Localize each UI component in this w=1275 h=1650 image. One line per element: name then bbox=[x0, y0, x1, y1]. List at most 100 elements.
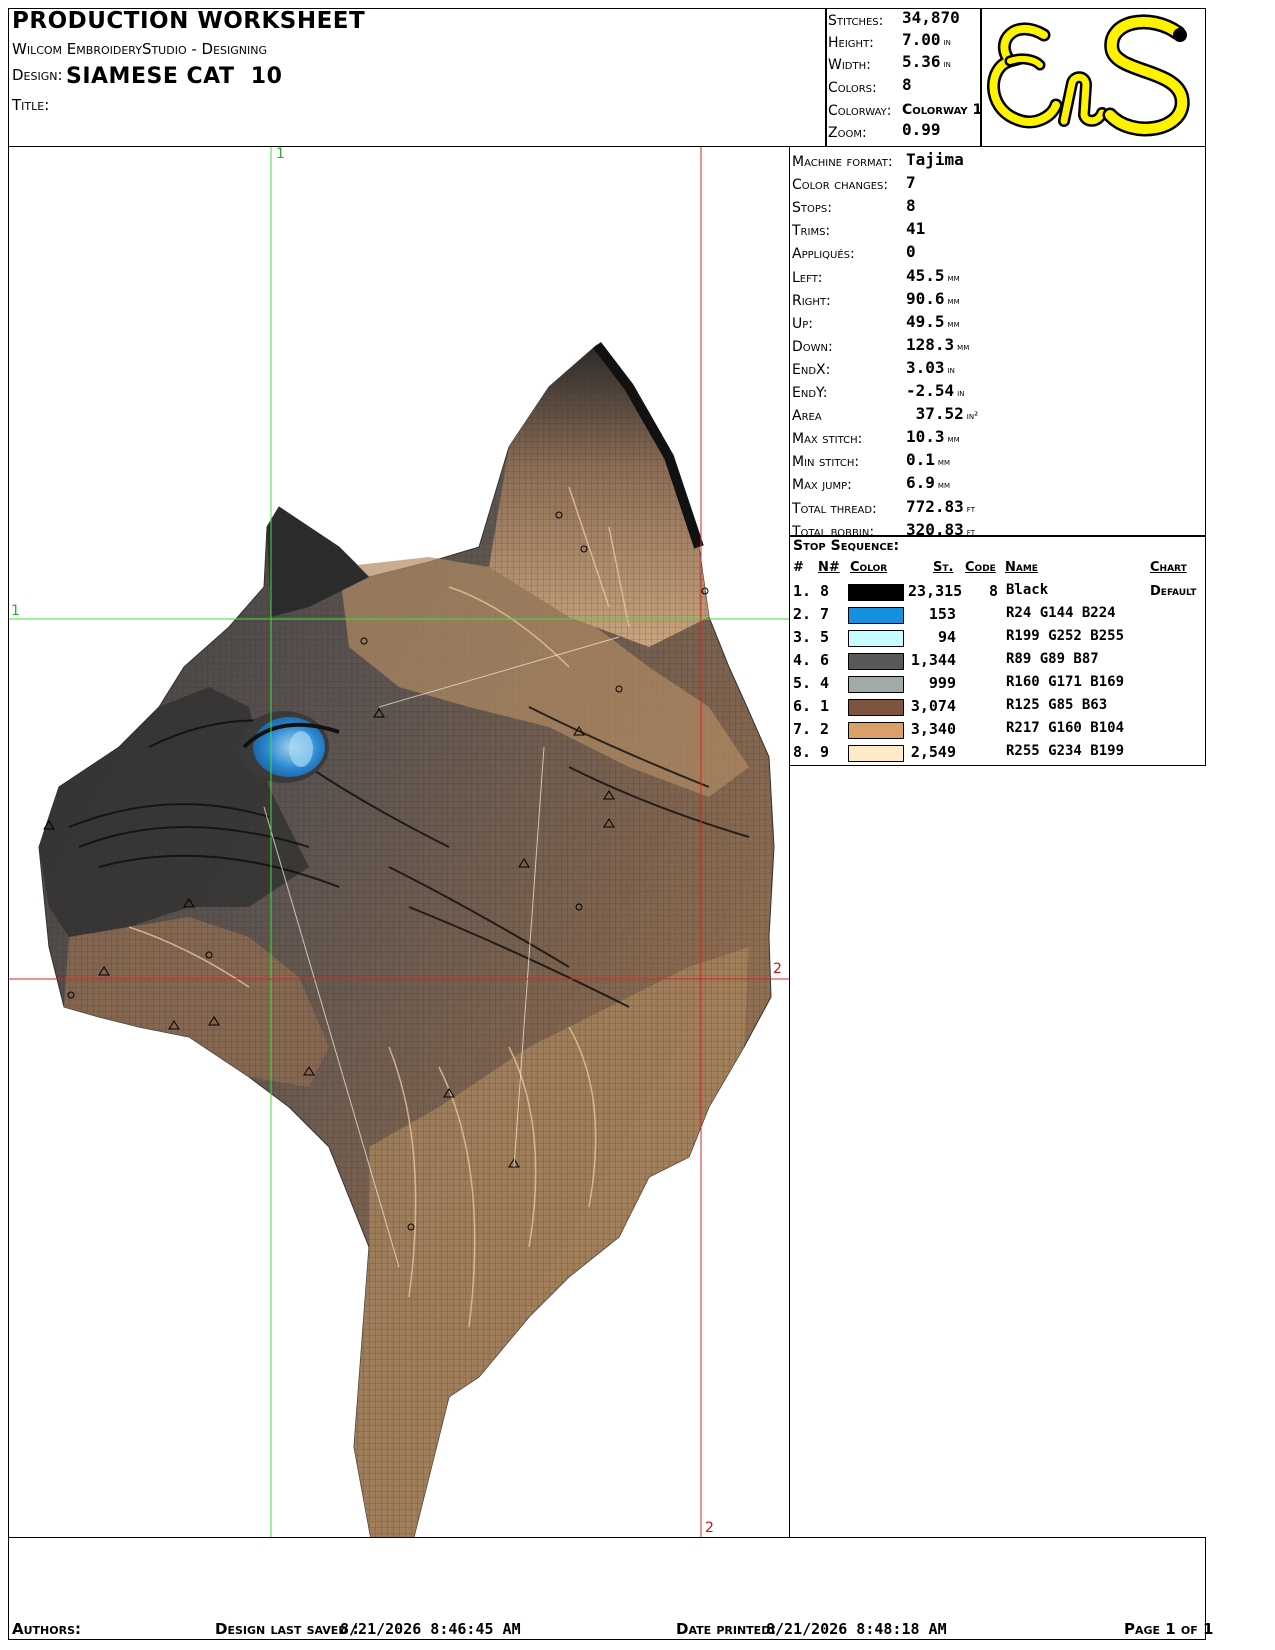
last-saved-value: 8/21/2026 8:46:45 AM bbox=[340, 1620, 521, 1638]
authors-label: Authors: bbox=[12, 1620, 81, 1638]
stitches-label: Stitches: bbox=[828, 13, 884, 29]
summary-row: Colors: bbox=[828, 75, 877, 99]
color-swatch bbox=[848, 699, 904, 716]
footer-frame bbox=[8, 1537, 1206, 1640]
seq-stitches: 2,549 bbox=[910, 743, 956, 761]
machine-value-row: 0.1 mm bbox=[906, 448, 950, 472]
machine-value: 49.5 bbox=[906, 311, 945, 331]
seq-name: R199 G252 B255 bbox=[1006, 628, 1125, 644]
machine-value: -2.54 bbox=[906, 381, 955, 400]
machine-value-row: Tajima bbox=[906, 148, 967, 172]
machine-label: Up: bbox=[792, 315, 813, 332]
machine-value-row: 0 bbox=[906, 240, 919, 264]
seq-stitches: 94 bbox=[937, 628, 956, 646]
machine-label: Left: bbox=[792, 269, 823, 286]
summary-divider bbox=[825, 8, 827, 147]
width-value-row: 5.36 in bbox=[902, 50, 951, 74]
seq-stitches: 23,315 bbox=[908, 582, 963, 600]
height-value: 7.00 bbox=[902, 30, 941, 49]
green-guide-label-left: 1 bbox=[11, 603, 20, 619]
machine-unit: in bbox=[957, 388, 965, 399]
machine-unit: ft bbox=[966, 503, 975, 515]
machine-unit: mm bbox=[947, 318, 960, 330]
seq-needle: 8 bbox=[820, 582, 830, 600]
seq-stitches: 999 bbox=[928, 674, 956, 692]
page-number: Page 1 of 1 bbox=[1124, 1620, 1214, 1638]
machine-value-row: 6.9 mm bbox=[906, 471, 950, 495]
machine-value: 128.3 bbox=[906, 334, 955, 354]
machine-value: 90.6 bbox=[906, 288, 945, 308]
date-printed-value: 8/21/2026 8:48:18 AM bbox=[766, 1620, 947, 1638]
col-chart: Chart bbox=[1150, 560, 1187, 575]
col-n: N# bbox=[818, 560, 840, 575]
seq-num: 2. bbox=[793, 605, 812, 623]
machine-label: Max jump: bbox=[792, 477, 852, 494]
summary-row: Width: bbox=[828, 52, 871, 76]
red-guide-label-right: 2 bbox=[773, 961, 782, 977]
seq-stitches: 3,074 bbox=[910, 697, 956, 715]
colors-label: Colors: bbox=[828, 80, 877, 96]
logo-icon bbox=[987, 14, 1190, 137]
design-name: SIAMESE CAT 10 bbox=[66, 64, 283, 89]
machine-label: Down: bbox=[792, 338, 833, 355]
machine-label: Max stitch: bbox=[792, 431, 863, 448]
machine-value-row: 45.5 mm bbox=[906, 264, 960, 288]
seq-name: R255 G234 B199 bbox=[1006, 743, 1125, 759]
machine-value-row: 772.83 ft bbox=[906, 495, 975, 519]
seq-num: 5. bbox=[793, 674, 812, 692]
machine-label: EndX: bbox=[792, 361, 831, 378]
col-name: Name bbox=[1005, 560, 1038, 575]
summary-block: Stitches: 34,870 Height: 7.00 in Width: 5… bbox=[828, 8, 982, 147]
machine-label: Machine format: bbox=[792, 154, 893, 170]
seq-name: R160 G171 B169 bbox=[1006, 674, 1125, 690]
color-swatch bbox=[848, 653, 904, 670]
width-label: Width: bbox=[828, 57, 871, 73]
machine-value-row: 7 bbox=[906, 171, 919, 195]
color-swatch bbox=[848, 745, 904, 762]
seq-num: 8. bbox=[793, 743, 812, 761]
last-saved-label: Design last saved : bbox=[215, 1620, 359, 1638]
summary-row: Zoom: bbox=[828, 120, 867, 144]
seq-num: 1. bbox=[793, 582, 812, 600]
zoom-value: 0.99 bbox=[902, 120, 941, 139]
seq-name: R125 G85 B63 bbox=[1006, 697, 1108, 713]
height-label: Height: bbox=[828, 35, 874, 51]
machine-value: 8 bbox=[906, 196, 916, 216]
stop-sequence: Stop Sequence: # N# Color St. Code Name … bbox=[790, 536, 1206, 766]
machine-unit: mm bbox=[957, 341, 970, 353]
color-swatch bbox=[848, 607, 904, 624]
machine-value: Tajima bbox=[906, 150, 964, 169]
chart-default: Default bbox=[1150, 584, 1197, 599]
col-color: Color bbox=[850, 560, 888, 575]
seq-needle: 5 bbox=[820, 628, 830, 646]
seq-num: 6. bbox=[793, 697, 812, 715]
seq-stitches: 3,340 bbox=[910, 720, 956, 738]
machine-value: 3.03 bbox=[906, 357, 945, 377]
machine-unit: mm bbox=[947, 272, 960, 284]
machine-info: Machine format: Tajima Color changes: 7 Stop… bbox=[792, 146, 1202, 540]
seq-needle: 2 bbox=[820, 720, 830, 738]
col-num: # bbox=[793, 560, 804, 575]
machine-value: 10.3 bbox=[906, 427, 945, 447]
green-guide-label-top: 1 bbox=[276, 146, 285, 162]
date-printed-label: Date printed: bbox=[676, 1620, 777, 1638]
colors-value: 8 bbox=[902, 75, 912, 94]
seq-stitches: 153 bbox=[928, 605, 956, 623]
machine-value-row: 41 bbox=[906, 217, 928, 241]
machine-value: 6.9 bbox=[906, 473, 935, 493]
machine-value: 7 bbox=[906, 173, 916, 193]
machine-label: Total thread: bbox=[792, 500, 877, 517]
machine-unit: mm bbox=[937, 480, 950, 492]
machine-label: Appliqués: bbox=[792, 246, 855, 263]
machine-value: 41 bbox=[906, 219, 926, 239]
width-value: 5.36 bbox=[902, 52, 941, 71]
height-value-row: 7.00 in bbox=[902, 28, 951, 52]
seq-needle: 7 bbox=[820, 605, 830, 623]
seq-num: 7. bbox=[793, 720, 812, 738]
machine-label: EndY: bbox=[792, 385, 828, 401]
zoom-label: Zoom: bbox=[828, 125, 867, 141]
color-swatch bbox=[848, 676, 904, 693]
seq-code: 8 bbox=[988, 582, 998, 600]
logo bbox=[982, 9, 1204, 145]
seq-num: 4. bbox=[793, 651, 812, 669]
